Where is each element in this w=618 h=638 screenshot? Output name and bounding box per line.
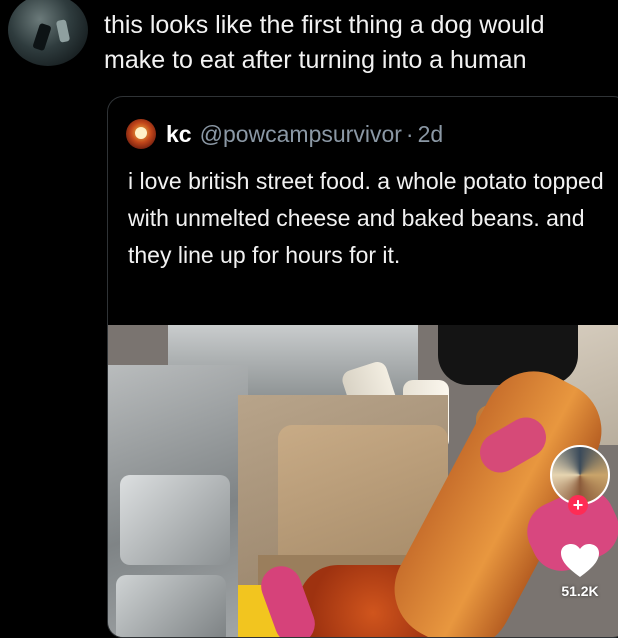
quoted-post-header: kc @powcampsurvivor · 2d	[126, 117, 443, 151]
quoted-author-avatar[interactable]	[126, 119, 156, 149]
plus-icon[interactable]: +	[568, 495, 588, 515]
steel-tray	[120, 475, 230, 565]
video-media[interactable]: + 51.2K	[108, 325, 618, 637]
quoted-post[interactable]: kc @powcampsurvivor · 2d i love british …	[107, 96, 618, 638]
quoted-author-handle[interactable]: @powcampsurvivor	[200, 121, 402, 148]
quoted-author-name[interactable]: kc	[166, 121, 192, 148]
quoted-post-text: i love british street food. a whole pota…	[128, 168, 604, 268]
quoted-post-timestamp[interactable]: 2d	[418, 121, 444, 148]
reply-avatar[interactable]	[8, 0, 88, 66]
reply-text: this looks like the first thing a dog wo…	[104, 11, 545, 74]
separator-dot: ·	[405, 120, 414, 147]
person-background	[438, 325, 578, 385]
steel-tray-lower	[116, 575, 226, 637]
heart-icon[interactable]	[560, 543, 600, 579]
like-count: 51.2K	[561, 583, 599, 599]
